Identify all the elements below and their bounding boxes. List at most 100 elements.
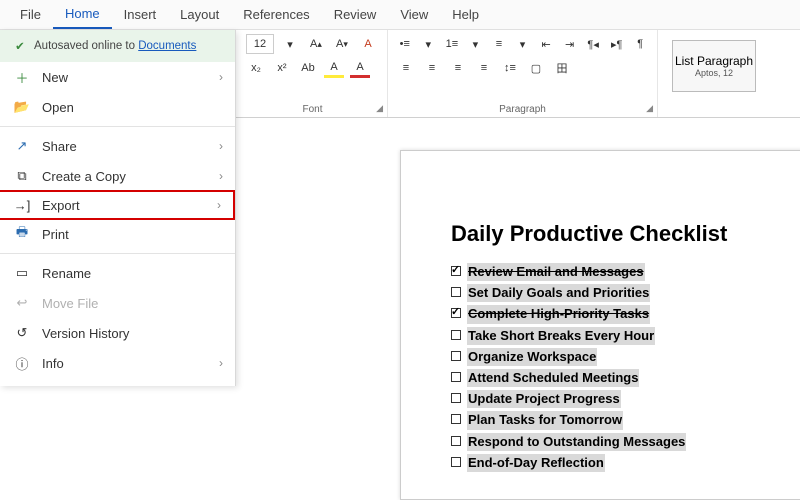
style-detail: Aptos, 12 [695,68,733,78]
checklist-item[interactable]: Complete High-Priority Tasks [451,305,779,323]
checklist-text: End-of-Day Reflection [467,454,605,472]
highlight-icon[interactable]: A [324,58,344,78]
checklist-text: Set Daily Goals and Priorities [467,284,650,302]
checklist-item[interactable]: Organize Workspace [451,348,779,366]
checkbox-icon[interactable] [451,351,461,361]
dropdown-icon[interactable]: ▾ [420,34,438,54]
tab-view[interactable]: View [388,1,440,28]
checkbox-icon[interactable] [451,266,461,276]
checklist-item[interactable]: Set Daily Goals and Priorities [451,284,779,302]
file-menu: ✔ Autosaved online to Documents ＋New› 📂O… [0,30,236,386]
tab-references[interactable]: References [231,1,321,28]
dropdown-icon[interactable]: ▾ [514,34,532,54]
tab-layout[interactable]: Layout [168,1,231,28]
menu-new[interactable]: ＋New› [0,62,235,92]
chevron-right-icon: › [219,169,223,183]
checkbox-icon[interactable] [451,287,461,297]
ltr-icon[interactable]: ¶◂ [584,34,602,54]
subscript-icon[interactable]: x₂ [246,58,266,78]
dropdown-icon[interactable]: ▾ [280,34,300,54]
checklist: Review Email and Messages Set Daily Goals… [451,263,779,472]
checklist-item[interactable]: End-of-Day Reflection [451,454,779,472]
ribbon-group-font: 12 ▾ A▴ A▾ A x₂ x² Ab A A Font ◢ [238,30,388,117]
cloud-check-icon: ✔ [12,38,28,54]
checkbox-icon[interactable] [451,330,461,340]
justify-icon[interactable]: ≡ [474,58,494,78]
menu-share[interactable]: ↗Share› [0,131,235,161]
checklist-text: Update Project Progress [467,390,621,408]
tab-home[interactable]: Home [53,0,112,29]
checklist-item[interactable]: Plan Tasks for Tomorrow [451,411,779,429]
align-right-icon[interactable]: ≡ [448,58,468,78]
dropdown-icon[interactable]: ▾ [467,34,485,54]
ribbon-group-styles: List Paragraph Aptos, 12 [658,30,800,117]
checklist-item[interactable]: Review Email and Messages [451,263,779,281]
menu-copy[interactable]: ⧉Create a Copy› [0,161,235,191]
move-icon: ↩ [14,295,30,311]
tab-review[interactable]: Review [322,1,389,28]
change-case-icon[interactable]: A [358,34,378,54]
style-card[interactable]: List Paragraph Aptos, 12 [672,40,756,92]
tab-file[interactable]: File [8,1,53,28]
menu-info[interactable]: ⓘInfo› [0,348,235,378]
checklist-text: Respond to Outstanding Messages [467,433,686,451]
checklist-text: Organize Workspace [467,348,597,366]
checklist-text: Complete High-Priority Tasks [467,305,650,323]
checklist-text: Attend Scheduled Meetings [467,369,639,387]
shrink-font-icon[interactable]: A▾ [332,34,352,54]
menu-separator [0,253,235,254]
chevron-right-icon: › [219,139,223,153]
decrease-indent-icon[interactable]: ⇤ [537,34,555,54]
menu-open[interactable]: 📂Open [0,92,235,122]
checkbox-icon[interactable] [451,414,461,424]
bullets-icon[interactable]: •≡ [396,34,414,54]
menu-history[interactable]: ↺Version History [0,318,235,348]
menu-separator [0,126,235,127]
strikethrough-icon[interactable]: Ab [298,58,318,78]
history-icon: ↺ [14,325,30,341]
checkbox-icon[interactable] [451,308,461,318]
paragraph-launcher-icon[interactable]: ◢ [646,103,653,114]
menu-print[interactable]: 🖶Print [0,219,235,249]
font-color-icon[interactable]: A [350,58,370,78]
align-left-icon[interactable]: ≡ [396,58,416,78]
shading-icon[interactable]: ▢ [526,58,546,78]
tab-help[interactable]: Help [440,1,491,28]
borders-icon[interactable]: 田 [552,58,572,78]
checklist-item[interactable]: Attend Scheduled Meetings [451,369,779,387]
tab-insert[interactable]: Insert [112,1,169,28]
menu-rename[interactable]: ▭Rename [0,258,235,288]
checklist-text: Plan Tasks for Tomorrow [467,411,623,429]
line-spacing-icon[interactable]: ↕≡ [500,58,520,78]
superscript-icon[interactable]: x² [272,58,292,78]
align-center-icon[interactable]: ≡ [422,58,442,78]
menu-export[interactable]: →]Export› [0,190,235,220]
show-marks-icon[interactable]: ¶ [631,34,649,54]
print-icon: 🖶 [14,226,30,242]
numbering-icon[interactable]: 1≡ [443,34,461,54]
rtl-icon[interactable]: ▸¶ [608,34,626,54]
multilevel-icon[interactable]: ≡ [490,34,508,54]
checkbox-icon[interactable] [451,372,461,382]
checklist-item[interactable]: Take Short Breaks Every Hour [451,327,779,345]
document-page[interactable]: Daily Productive Checklist Review Email … [400,150,800,500]
grow-font-icon[interactable]: A▴ [306,34,326,54]
style-name: List Paragraph [675,54,753,68]
share-icon: ↗ [14,138,30,154]
checklist-text: Take Short Breaks Every Hour [467,327,655,345]
font-size-box[interactable]: 12 [246,34,274,54]
doc-title: Daily Productive Checklist [451,221,779,247]
chevron-right-icon: › [219,70,223,84]
increase-indent-icon[interactable]: ⇥ [561,34,579,54]
checklist-item[interactable]: Respond to Outstanding Messages [451,433,779,451]
plus-icon: ＋ [14,69,30,85]
font-launcher-icon[interactable]: ◢ [376,103,383,114]
checkbox-icon[interactable] [451,393,461,403]
export-icon: →] [14,197,30,213]
checklist-item[interactable]: Update Project Progress [451,390,779,408]
autosave-banner: ✔ Autosaved online to Documents [0,30,235,62]
checkbox-icon[interactable] [451,436,461,446]
ribbon-group-paragraph: •≡▾ 1≡▾ ≡▾ ⇤ ⇥ ¶◂ ▸¶ ¶ ≡ ≡ ≡ ≡ ↕≡ ▢ 田 Pa… [388,30,658,117]
autosave-link[interactable]: Documents [138,40,196,52]
checkbox-icon[interactable] [451,457,461,467]
